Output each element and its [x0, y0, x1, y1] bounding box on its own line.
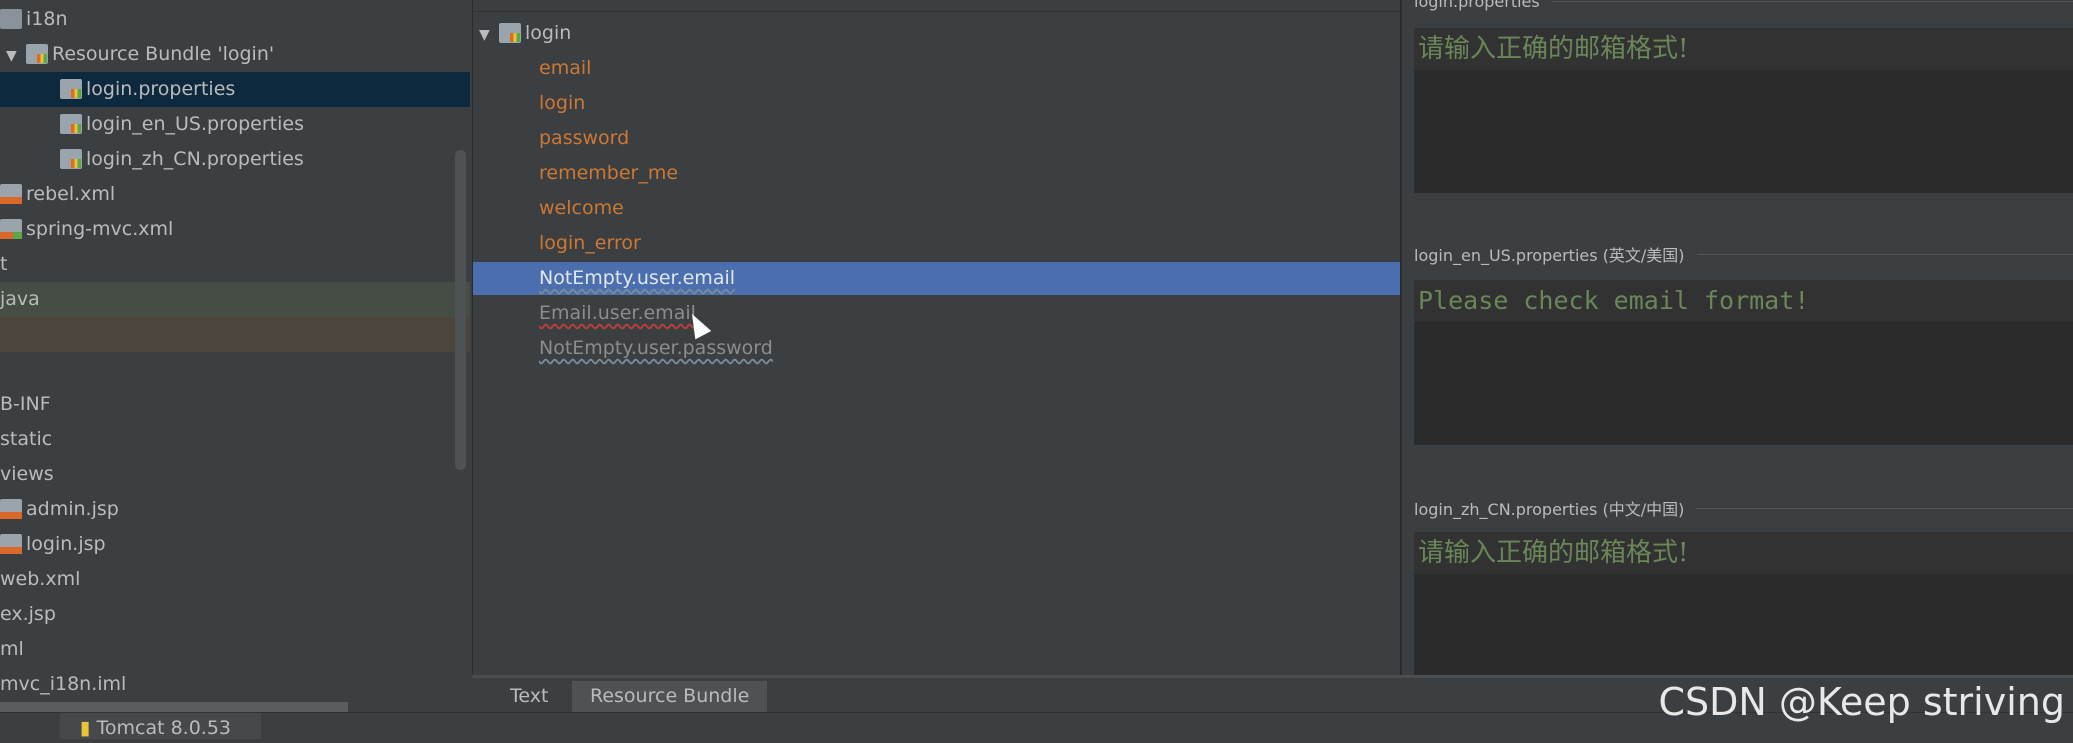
- bundle-key-item[interactable]: NotEmpty.user.password: [473, 332, 1401, 365]
- xml-file-icon: [0, 184, 22, 204]
- spring-xml-file-icon: [0, 219, 22, 239]
- tree-item-label: t: [0, 253, 8, 275]
- run-config-tab[interactable]: ▮ Tomcat 8.0.53: [60, 713, 262, 739]
- tree-item[interactable]: login.jsp: [0, 527, 470, 562]
- editor-zh-cn[interactable]: 请输入正确的邮箱格式!: [1414, 532, 2073, 675]
- folder-icon: [0, 9, 22, 29]
- bundle-key-item[interactable]: Email.user.email: [473, 297, 1401, 330]
- editor-header-en-us: login_en_US.properties (英文/美国): [1414, 242, 2073, 266]
- tree-item[interactable]: login.properties: [0, 72, 470, 107]
- bundle-root-node[interactable]: ▼ login: [473, 17, 1401, 50]
- project-tree-horizontal-scrollbar[interactable]: [0, 702, 348, 712]
- tree-item-label: static: [0, 428, 53, 450]
- project-tree-panel: i18n ▼ Resource Bundle 'login' login.proper…: [0, 0, 470, 712]
- resource-bundle-icon: [26, 44, 48, 64]
- tree-item[interactable]: [0, 352, 470, 387]
- watermark: CSDN @Keep striving: [1658, 680, 2065, 724]
- expand-arrow-icon[interactable]: ▼: [479, 19, 499, 52]
- bundle-key-label: NotEmpty.user.email: [539, 267, 736, 289]
- bundle-key-item[interactable]: login_error: [473, 227, 1401, 260]
- tree-item[interactable]: spring-mvc.xml: [0, 212, 470, 247]
- bundle-key-label: password: [539, 127, 630, 149]
- bundle-key-label: NotEmpty.user.password: [539, 337, 773, 359]
- bundle-key-item[interactable]: email: [473, 52, 1401, 85]
- resource-bundle-keys-panel: ▼ login email login password remember_mewelc…: [472, 0, 1401, 675]
- properties-file-icon: [60, 149, 82, 169]
- project-tree-vertical-scrollbar[interactable]: [455, 150, 466, 470]
- properties-file-icon: [60, 114, 82, 134]
- bundle-key-label: login: [539, 92, 586, 114]
- value-text[interactable]: Please check email format!: [1414, 280, 2073, 322]
- bundle-key-item[interactable]: remember_me: [473, 157, 1401, 190]
- bundle-key-item[interactable]: welcome: [473, 192, 1401, 225]
- tree-item[interactable]: web.xml: [0, 562, 470, 597]
- tree-item[interactable]: t: [0, 247, 470, 282]
- tree-item-label: login_zh_CN.properties: [86, 148, 304, 170]
- bundle-key-label: email: [539, 57, 592, 79]
- tab-text[interactable]: Text: [492, 681, 566, 712]
- tree-item[interactable]: [0, 317, 470, 352]
- bundle-key-item[interactable]: NotEmpty.user.email: [473, 262, 1401, 295]
- tree-item-label: java: [0, 288, 40, 310]
- editor-default[interactable]: 请输入正确的邮箱格式!: [1414, 28, 2073, 193]
- bundle-key-label: Email.user.email: [539, 302, 696, 324]
- bundle-key-item[interactable]: password: [473, 122, 1401, 155]
- tree-item-label: ex.jsp: [0, 603, 56, 625]
- tree-item-label: spring-mvc.xml: [26, 218, 174, 240]
- tree-item-label: rebel.xml: [26, 183, 116, 205]
- tree-item[interactable]: mvc_i18n.iml: [0, 667, 470, 702]
- tree-item[interactable]: B-INF: [0, 387, 470, 422]
- tree-item-label: i18n: [26, 8, 68, 30]
- editor-en-us[interactable]: Please check email format!: [1414, 280, 2073, 445]
- tree-item-label: ml: [0, 638, 24, 660]
- jsp-file-icon: [0, 499, 22, 519]
- resource-bundle-icon: [499, 23, 521, 43]
- tree-item-label: web.xml: [0, 568, 81, 590]
- tree-item[interactable]: login_zh_CN.properties: [0, 142, 470, 177]
- tree-item[interactable]: java: [0, 282, 470, 317]
- tab-resource-bundle[interactable]: Resource Bundle: [572, 681, 768, 712]
- tree-item-label: B-INF: [0, 393, 51, 415]
- tree-item[interactable]: login_en_US.properties: [0, 107, 470, 142]
- tree-item-label: login.jsp: [26, 533, 106, 555]
- tree-item-label: login_en_US.properties: [86, 113, 304, 135]
- tree-item[interactable]: ml: [0, 632, 470, 667]
- bundle-key-label: login_error: [539, 232, 641, 254]
- tree-item[interactable]: static: [0, 422, 470, 457]
- editor-header-default: login.properties: [1414, 0, 2073, 11]
- tree-item[interactable]: admin.jsp: [0, 492, 470, 527]
- tree-item[interactable]: ex.jsp: [0, 597, 470, 632]
- tree-item[interactable]: i18n: [0, 2, 470, 37]
- tree-item-label: login.properties: [86, 78, 236, 100]
- bundle-key-label: remember_me: [539, 162, 679, 184]
- tree-item-label: mvc_i18n.iml: [0, 673, 127, 695]
- expand-arrow-icon[interactable]: ▼: [6, 39, 26, 74]
- tree-item-label: views: [0, 463, 54, 485]
- tree-item-label: Resource Bundle 'login': [52, 43, 275, 65]
- jsp-file-icon: [0, 534, 22, 554]
- bundle-root-label: login: [525, 22, 572, 44]
- tree-item[interactable]: ▼ Resource Bundle 'login': [0, 37, 470, 72]
- bundle-key-item[interactable]: login: [473, 87, 1401, 120]
- tomcat-icon: ▮: [80, 717, 97, 739]
- tree-item[interactable]: rebel.xml: [0, 177, 470, 212]
- editor-header-zh-cn: login_zh_CN.properties (中文/中国): [1414, 496, 2073, 520]
- bundle-toolbar: [473, 0, 1400, 12]
- values-panel: login.properties 请输入正确的邮箱格式! login_en_US…: [1400, 0, 2073, 675]
- value-text[interactable]: 请输入正确的邮箱格式!: [1414, 532, 2073, 574]
- properties-file-icon: [60, 79, 82, 99]
- value-text[interactable]: 请输入正确的邮箱格式!: [1414, 28, 2073, 70]
- tree-item[interactable]: views: [0, 457, 470, 492]
- tree-item-label: admin.jsp: [26, 498, 119, 520]
- bundle-key-label: welcome: [539, 197, 624, 219]
